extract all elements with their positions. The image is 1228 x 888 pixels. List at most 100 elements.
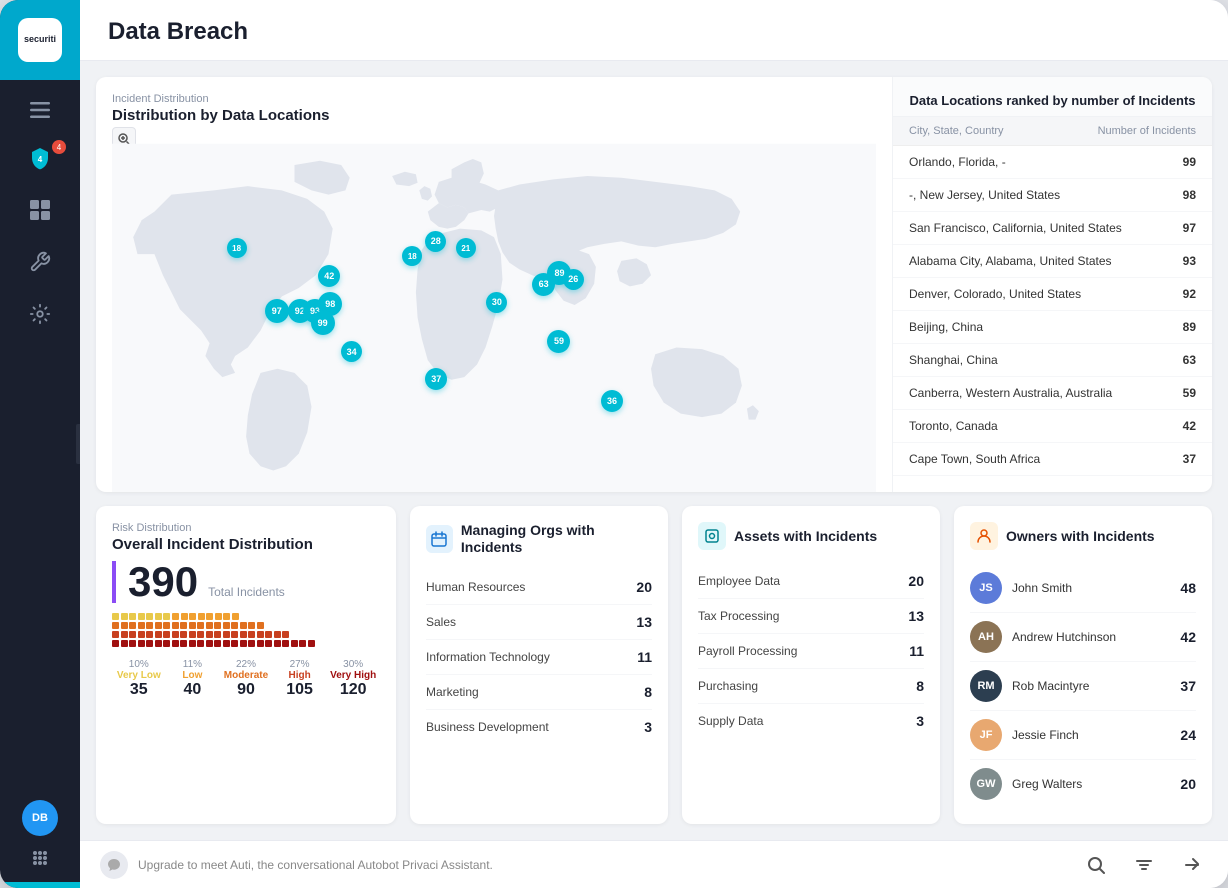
risk-dot [121, 640, 128, 647]
map-dot[interactable]: 37 [425, 368, 447, 390]
sidebar-logo[interactable]: securiti [0, 0, 80, 80]
map-dot[interactable]: 26 [563, 269, 584, 290]
risk-dot [129, 613, 136, 620]
owner-left: JF Jessie Finch [970, 719, 1079, 751]
map-subtitle: Incident Distribution [112, 93, 876, 105]
risk-dot [129, 640, 136, 647]
risk-dot [138, 631, 145, 638]
chat-prompt: Upgrade to meet Auti, the conversational… [100, 851, 493, 879]
owners-rows: JS John Smith 48 AH Andrew Hutchinson 42… [970, 564, 1196, 808]
dot-group [112, 622, 264, 629]
owner-row: GW Greg Walters 20 [970, 760, 1196, 808]
risk-dot [112, 622, 119, 629]
risk-dot [189, 631, 196, 638]
location-name: Orlando, Florida, - [909, 155, 1006, 169]
location-count: 98 [1183, 188, 1196, 202]
risk-dot [155, 640, 162, 647]
risk-dot [214, 640, 221, 647]
risk-dot [308, 640, 315, 647]
map-dot[interactable]: 63 [532, 273, 555, 296]
map-dot[interactable]: 99 [311, 311, 335, 335]
owners-header: Owners with Incidents [970, 522, 1196, 550]
assets-icon [698, 522, 726, 550]
assets-panel: Assets with Incidents Employee Data20Tax… [682, 506, 940, 824]
location-row: Orlando, Florida, -99 [893, 146, 1212, 179]
risk-dot [291, 640, 298, 647]
risk-dot [189, 640, 196, 647]
risk-dot [214, 631, 221, 638]
risk-dot [112, 631, 119, 638]
owner-name: Rob Macintyre [1012, 679, 1089, 693]
risk-dot [180, 631, 187, 638]
owner-count: 48 [1180, 580, 1196, 596]
map-dot[interactable]: 30 [486, 292, 507, 313]
owner-row: JS John Smith 48 [970, 564, 1196, 613]
risk-dot [172, 631, 179, 638]
map-section: Incident Distribution Distribution by Da… [96, 77, 892, 492]
risk-dot [240, 640, 247, 647]
risk-dot [215, 613, 222, 620]
owner-left: JS John Smith [970, 572, 1072, 604]
map-dot[interactable]: 28 [425, 231, 446, 252]
risk-dot [180, 640, 187, 647]
location-row: Denver, Colorado, United States92 [893, 278, 1212, 311]
map-dot[interactable]: 18 [402, 246, 422, 266]
risk-dot [282, 640, 289, 647]
sidebar-item-shield[interactable]: 4 4 [0, 132, 80, 184]
location-count: 89 [1183, 320, 1196, 334]
location-name: Cape Town, South Africa [909, 452, 1040, 466]
owner-row: AH Andrew Hutchinson 42 [970, 613, 1196, 662]
sidebar-item-settings[interactable] [0, 288, 80, 340]
content-area: Incident Distribution Distribution by Da… [80, 61, 1228, 840]
col-incidents-header: Number of Incidents [1098, 125, 1196, 137]
location-count: 93 [1183, 254, 1196, 268]
svg-text:4: 4 [38, 155, 43, 164]
risk-dot [155, 613, 162, 620]
risk-dot [146, 631, 153, 638]
user-avatar[interactable]: DB [22, 800, 58, 836]
risk-dot [180, 622, 187, 629]
asset-value: 3 [916, 713, 924, 729]
filter-button[interactable] [1128, 849, 1160, 881]
grid-dots-icon[interactable] [22, 840, 58, 876]
risk-bar-item: 30% Very High 120 [326, 659, 380, 699]
map-dot[interactable]: 59 [547, 330, 570, 353]
share-button[interactable] [1176, 849, 1208, 881]
asset-value: 13 [908, 608, 924, 624]
map-dot[interactable]: 21 [456, 238, 476, 258]
owner-name: Jessie Finch [1012, 728, 1079, 742]
org-label: Human Resources [426, 580, 525, 594]
risk-value: 40 [166, 681, 220, 699]
map-dot[interactable]: 18 [227, 238, 247, 258]
risk-bar-item: 22% Moderate 90 [219, 659, 273, 699]
risk-dot [197, 640, 204, 647]
search-button[interactable] [1080, 849, 1112, 881]
dot-group [112, 631, 289, 638]
map-dot[interactable]: 34 [341, 341, 362, 362]
sidebar-item-dashboard[interactable] [0, 184, 80, 236]
risk-dot [163, 640, 170, 647]
risk-bars: 10% Very Low 35 11% Low 40 22% Moderate … [112, 659, 380, 699]
locations-list[interactable]: Orlando, Florida, -99-, New Jersey, Unit… [893, 146, 1212, 476]
risk-dot [231, 640, 238, 647]
asset-row: Supply Data3 [698, 704, 924, 738]
risk-dot [112, 640, 119, 647]
owner-row: JF Jessie Finch 24 [970, 711, 1196, 760]
owner-count: 24 [1180, 727, 1196, 743]
asset-row: Tax Processing13 [698, 599, 924, 634]
org-value: 20 [636, 579, 652, 595]
map-dot[interactable]: 42 [318, 265, 340, 287]
risk-dot [197, 622, 204, 629]
location-row: -, New Jersey, United States98 [893, 179, 1212, 212]
sidebar-item-tools[interactable] [0, 236, 80, 288]
owner-row: RM Rob Macintyre 37 [970, 662, 1196, 711]
risk-value: 105 [273, 681, 327, 699]
org-row: Sales13 [426, 605, 652, 640]
locations-table: Data Locations ranked by number of Incid… [892, 77, 1212, 492]
asset-label: Payroll Processing [698, 644, 797, 658]
map-dot[interactable]: 36 [601, 390, 623, 412]
map-dot[interactable]: 97 [265, 299, 289, 323]
risk-dot [121, 631, 128, 638]
menu-icon[interactable] [0, 88, 80, 132]
bottom-bar: Upgrade to meet Auti, the conversational… [80, 840, 1228, 888]
